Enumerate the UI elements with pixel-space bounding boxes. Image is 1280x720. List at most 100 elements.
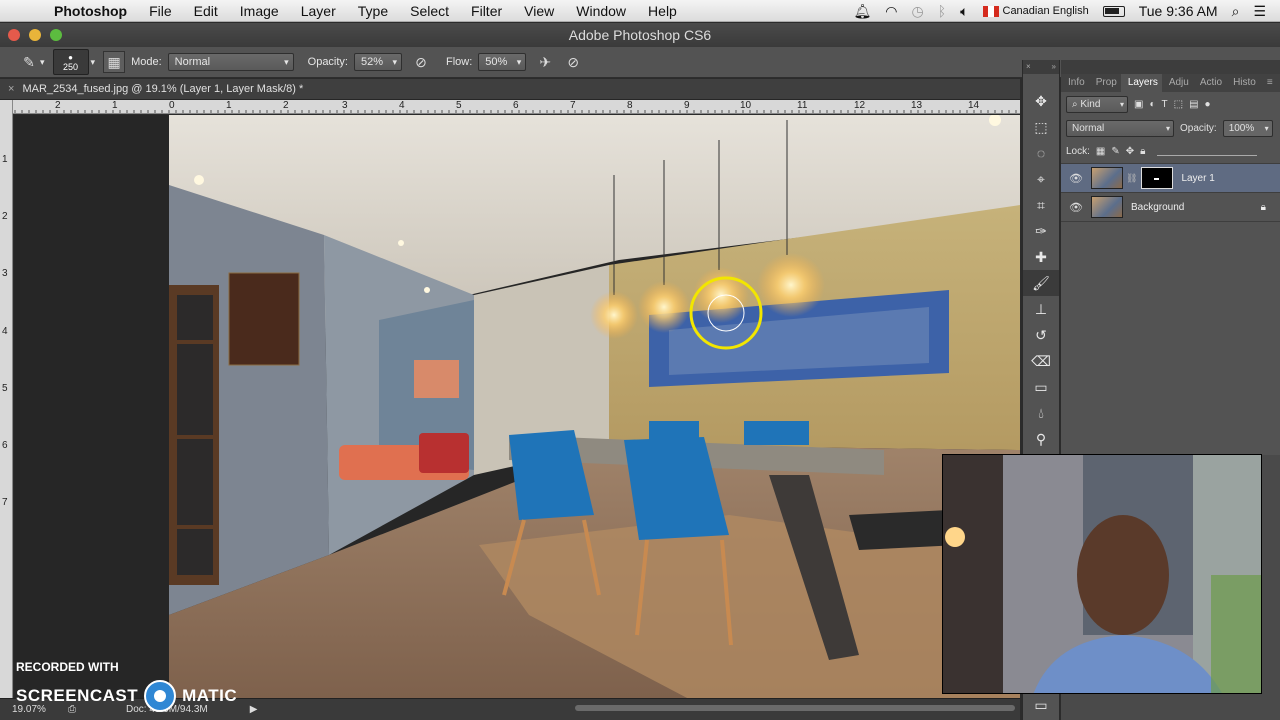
notification-bell-icon[interactable]: 🔔︎ (853, 3, 871, 20)
spotlight-search-icon[interactable]: ⌕ (1232, 3, 1240, 20)
lock-position-icon[interactable]: ✥ (1126, 146, 1134, 157)
visibility-eye-icon[interactable]: 👁︎ (1061, 201, 1091, 214)
ruler-top-label: 0 (169, 100, 175, 111)
pressure-size-icon[interactable]: ⊘ (562, 51, 584, 73)
menu-file[interactable]: File (138, 3, 183, 19)
menu-select[interactable]: Select (399, 3, 460, 19)
kind-filter-select[interactable]: ⌕ Kind (1066, 95, 1128, 113)
menu-image[interactable]: Image (229, 3, 290, 19)
menu-window[interactable]: Window (565, 3, 637, 19)
layer-opacity-field[interactable]: 100% (1222, 119, 1273, 137)
mac-menu-bar: Photoshop File Edit Image Layer Type Sel… (0, 0, 1280, 22)
tab-actions[interactable]: Actio (1193, 74, 1226, 92)
eraser-tool-icon[interactable]: ⌫ (1023, 348, 1059, 374)
horizontal-scrollbar[interactable] (575, 705, 1015, 711)
marquee-tool-icon[interactable]: ⬚ (1023, 114, 1059, 140)
lock-all-icon[interactable]: 🔒︎ (1140, 146, 1145, 157)
minimize-window-button[interactable] (29, 29, 41, 41)
layer-row-layer-1[interactable]: 👁︎ ⛓ Layer 1 (1061, 164, 1280, 193)
document-canvas[interactable] (14, 115, 1020, 699)
menu-app-photoshop[interactable]: Photoshop (44, 3, 138, 19)
filter-type-icon[interactable]: T (1162, 99, 1168, 110)
close-tab-icon[interactable]: × (8, 83, 14, 95)
volume-icon[interactable]: 🔈︎ (960, 3, 968, 20)
menu-help[interactable]: Help (637, 3, 688, 19)
clone-stamp-tool-icon[interactable]: ⊥ (1023, 296, 1059, 322)
horizontal-ruler[interactable]: 2 1 0 1 2 3 4 5 6 7 8 9 10 11 12 13 14 (13, 100, 1020, 114)
tab-info[interactable]: Info (1061, 74, 1089, 92)
close-window-button[interactable] (8, 29, 20, 41)
filter-pixel-icon[interactable]: ▣ (1134, 99, 1143, 110)
tab-layers[interactable]: Layers (1120, 74, 1162, 92)
input-source-menu[interactable]: Canadian English (982, 5, 1089, 17)
battery-icon[interactable] (1102, 5, 1125, 17)
blend-mode-select[interactable]: Normal (1066, 119, 1174, 137)
brush-size-picker[interactable]: ● 250 (52, 49, 89, 75)
crop-tool-icon[interactable]: ⌗ (1023, 192, 1059, 218)
layer-row-background[interactable]: 👁︎ Background 🔒︎ (1061, 193, 1280, 222)
flow-field[interactable]: 50% (478, 53, 527, 71)
quick-select-tool-icon[interactable]: ⌖ (1023, 166, 1059, 192)
toolbox-header[interactable]: ×» (1023, 60, 1059, 74)
brush-tool-icon[interactable]: 🖌︎ (1023, 270, 1059, 296)
tab-history[interactable]: Histo (1226, 74, 1260, 92)
airbrush-icon[interactable]: ✈ (534, 51, 556, 73)
window-title: Adobe Photoshop CS6 (568, 27, 712, 43)
layer-mask-thumbnail[interactable] (1141, 167, 1174, 189)
preset-dropdown-arrow-icon[interactable]: ▾ (40, 57, 45, 68)
opacity-slider[interactable] (1157, 148, 1258, 156)
history-brush-tool-icon[interactable]: ↺ (1023, 322, 1059, 348)
move-tool-icon[interactable]: ✥ (1023, 88, 1059, 114)
filter-smart-object-icon[interactable]: ▤ (1189, 99, 1198, 110)
tab-properties[interactable]: Prop (1089, 74, 1121, 92)
time-machine-icon[interactable]: ◷ (911, 3, 923, 20)
ruler-top-label: 8 (627, 100, 633, 111)
visibility-eye-icon[interactable]: 👁︎ (1061, 172, 1091, 185)
status-menu-arrow-icon[interactable]: ▶ (250, 704, 258, 715)
eyedropper-tool-icon[interactable]: ✑ (1023, 218, 1059, 244)
dining-room-photo[interactable] (169, 115, 1020, 699)
tab-adjustments[interactable]: Adju (1162, 74, 1193, 92)
ruler-top-label: 6 (513, 100, 519, 111)
menu-view[interactable]: View (513, 3, 565, 19)
menu-type[interactable]: Type (347, 3, 399, 19)
filter-shape-icon[interactable]: ⬚ (1174, 99, 1183, 110)
lock-pixels-icon[interactable]: ✎ (1111, 146, 1119, 157)
ruler-top-label: 13 (911, 100, 923, 111)
lasso-tool-icon[interactable]: ◌ (1023, 140, 1059, 166)
document-tab[interactable]: × MAR_2534_fused.jpg @ 19.1% (Layer 1, La… (0, 79, 1020, 100)
filter-adjustment-icon[interactable]: ◐ (1149, 99, 1155, 110)
healing-brush-tool-icon[interactable]: ✚ (1023, 244, 1059, 270)
ruler-left-label: 1 (2, 154, 8, 165)
brush-size-dropdown-icon[interactable]: ▾ (91, 57, 96, 68)
vertical-ruler[interactable]: 1 2 3 4 5 6 7 (0, 100, 13, 698)
pressure-opacity-icon[interactable]: ⊘ (410, 51, 432, 73)
menu-layer[interactable]: Layer (290, 3, 347, 19)
gradient-tool-icon[interactable]: ▭ (1023, 374, 1059, 400)
menu-filter[interactable]: Filter (460, 3, 513, 19)
collapse-panel-icon[interactable]: » (1052, 62, 1056, 72)
ruler-top-label: 4 (399, 100, 405, 111)
brush-tool-preset-icon[interactable]: ✎ (18, 51, 40, 73)
ruler-top-label: 1 (112, 100, 118, 111)
canada-flag-icon (982, 5, 999, 17)
flow-label: Flow: (446, 56, 473, 68)
screen-mode-icon[interactable]: ▭ (1023, 692, 1059, 718)
brush-panel-toggle-icon[interactable]: ▦ (103, 51, 126, 73)
panel-header[interactable] (1061, 60, 1280, 74)
menu-edit[interactable]: Edit (183, 3, 229, 19)
panel-menu-icon[interactable]: ≡ (1260, 74, 1277, 92)
mode-select[interactable]: Normal (167, 53, 294, 71)
menu-clock[interactable]: Tue 9:36 AM (1139, 3, 1218, 19)
notification-center-icon[interactable]: ☰ (1253, 3, 1266, 20)
blur-tool-icon[interactable]: 💧︎ (1023, 400, 1059, 426)
bluetooth-icon[interactable]: ᛒ (938, 3, 946, 19)
wifi-icon[interactable]: ◠ (885, 3, 897, 20)
opacity-field[interactable]: 52% (354, 53, 402, 71)
filter-toggle-icon[interactable]: ● (1205, 99, 1211, 110)
mask-link-icon[interactable]: ⛓ (1126, 173, 1137, 184)
lock-transparency-icon[interactable]: ▦ (1096, 146, 1105, 157)
close-panel-icon[interactable]: × (1026, 62, 1031, 72)
dodge-tool-icon[interactable]: ⚲ (1023, 426, 1059, 452)
zoom-window-button[interactable] (50, 29, 62, 41)
